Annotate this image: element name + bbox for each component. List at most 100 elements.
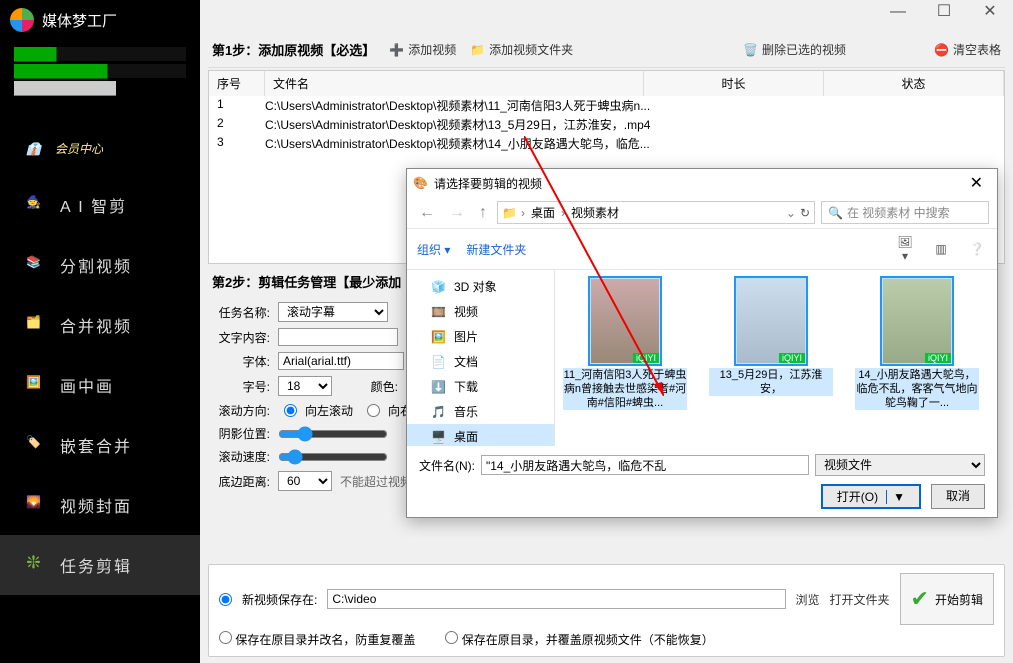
gear-flower-icon: ❇️ xyxy=(26,555,46,575)
step1-title: 第1步：添加原视频【必选】 xyxy=(212,40,375,59)
delete-icon: 🗑️ xyxy=(743,43,758,57)
tag-icon: 🏷️ xyxy=(26,435,46,455)
iqiyi-badge: iQIYI xyxy=(633,353,659,363)
titlebar: — ☐ ✕ xyxy=(875,0,1013,28)
open-folder-button[interactable]: 打开文件夹 xyxy=(830,591,890,608)
nav-forward-button[interactable]: → xyxy=(445,204,469,222)
refresh-button[interactable]: ↻ xyxy=(800,206,810,220)
save-rename-radio[interactable] xyxy=(219,631,232,644)
minimize-button[interactable]: — xyxy=(875,0,921,28)
nav-up-button[interactable]: ↑ xyxy=(475,204,491,222)
download-icon: ⬇️ xyxy=(431,380,446,394)
sidebar-item-cover[interactable]: 🌄视频封面 xyxy=(0,475,200,535)
clear-icon: ⛔ xyxy=(934,43,949,57)
bottom-margin-select[interactable]: 60 xyxy=(278,471,332,491)
table-row[interactable]: 1C:\Users\Administrator\Desktop\视频素材\11_… xyxy=(209,96,1004,115)
maximize-button[interactable]: ☐ xyxy=(921,0,967,28)
save-path-input[interactable] xyxy=(327,589,785,609)
filename-input[interactable] xyxy=(481,455,809,475)
image-icon: 🌄 xyxy=(26,495,46,515)
tree-item[interactable]: 📄文档 xyxy=(407,349,554,374)
file-open-dialog: 🎨 请选择要剪辑的视频 ✕ ← → ↑ 📁› 桌面› 视频素材 ⌄ ↻ 🔍在 视… xyxy=(406,168,998,518)
iqiyi-badge: iQIYI xyxy=(779,353,805,363)
sidebar-item-nest[interactable]: 🏷️嵌套合并 xyxy=(0,415,200,475)
preview-pane-button[interactable]: ▥ xyxy=(931,242,951,256)
tree-item[interactable]: 🎞️视频 xyxy=(407,299,554,324)
desktop-icon: 🖥️ xyxy=(431,430,446,444)
font-size-select[interactable]: 18 xyxy=(278,376,332,396)
sidebar-item-ai[interactable]: 🧙A I 智剪 xyxy=(0,175,200,235)
task-name-select[interactable]: 滚动字幕 xyxy=(278,302,388,322)
file-item[interactable]: iQIYI11_河南信阳3人死于蜱虫病n曾接触去世感染者#河南#信阳#蜱虫... xyxy=(563,278,687,410)
merge-icon: 🗂️ xyxy=(26,315,46,335)
step1-bar: 第1步：添加原视频【必选】 ➕添加视频 📁添加视频文件夹 🗑️删除已选的视频 ⛔… xyxy=(208,32,1005,68)
dialog-icon: 🎨 xyxy=(413,176,428,190)
clear-table-button[interactable]: ⛔清空表格 xyxy=(934,41,1001,58)
start-button[interactable]: ✔开始剪辑 xyxy=(900,573,994,625)
wizard-icon: 🧙 xyxy=(26,195,46,215)
cancel-button[interactable]: 取消 xyxy=(931,484,985,509)
shadow-slider[interactable] xyxy=(278,426,388,442)
file-item[interactable]: iQIYI13_5月29日，江苏淮安， xyxy=(709,278,833,396)
vip-icon: 👔 xyxy=(26,142,41,156)
th-filename[interactable]: 文件名 xyxy=(265,71,644,96)
file-filter-select[interactable]: 视频文件 xyxy=(815,454,985,476)
view-mode-button[interactable]: 🖼 ▾ xyxy=(895,235,915,263)
search-icon: 🔍 xyxy=(828,206,843,220)
sidebar: 媒体梦工厂 █████ ███████████ ████████████ 👔 会… xyxy=(0,0,200,663)
tree-item[interactable]: 🖥️桌面 xyxy=(407,424,554,446)
dir-right-radio[interactable] xyxy=(367,404,380,417)
folder-icon: 📁 xyxy=(502,206,517,220)
tree-item[interactable]: 🧊3D 对象 xyxy=(407,274,554,299)
th-no[interactable]: 序号 xyxy=(209,71,265,96)
dir-left-radio[interactable] xyxy=(284,404,297,417)
pip-icon: 🖼️ xyxy=(26,375,46,395)
table-row[interactable]: 2C:\Users\Administrator\Desktop\视频素材\13_… xyxy=(209,115,1004,134)
folder-icon: 📁 xyxy=(470,43,485,57)
sidebar-vip[interactable]: 👔 会员中心 xyxy=(0,130,200,175)
browse-button[interactable]: 浏览 xyxy=(796,591,820,608)
profile-area: █████ ███████████ ████████████ xyxy=(0,40,200,130)
delete-selected-button[interactable]: 🗑️删除已选的视频 xyxy=(743,41,846,58)
picture-icon: 🖼️ xyxy=(431,330,446,344)
save-new-radio[interactable] xyxy=(219,593,232,606)
sidebar-item-split[interactable]: 📚分割视频 xyxy=(0,235,200,295)
sidebar-item-merge[interactable]: 🗂️合并视频 xyxy=(0,295,200,355)
text-content-input[interactable] xyxy=(278,328,398,346)
search-input[interactable]: 🔍在 视频素材 中搜索 xyxy=(821,201,989,224)
tree-item[interactable]: 🎵音乐 xyxy=(407,399,554,424)
breadcrumb[interactable]: 📁› 桌面› 视频素材 ⌄ ↻ xyxy=(497,201,815,224)
sidebar-item-task[interactable]: ❇️任务剪辑 xyxy=(0,535,200,595)
th-status[interactable]: 状态 xyxy=(824,71,1004,96)
open-dropdown[interactable]: ▼ xyxy=(886,490,905,504)
save-overwrite-radio[interactable] xyxy=(445,631,458,644)
close-button[interactable]: ✕ xyxy=(967,0,1013,28)
add-video-button[interactable]: ➕添加视频 xyxy=(389,41,456,58)
tree-item[interactable]: 🖼️图片 xyxy=(407,324,554,349)
music-icon: 🎵 xyxy=(431,405,446,419)
video-icon: 🎞️ xyxy=(431,305,446,319)
iqiyi-badge: iQIYI xyxy=(925,353,951,363)
tree-item[interactable]: ⬇️下载 xyxy=(407,374,554,399)
file-item[interactable]: iQIYI14_小朋友路遇大鸵鸟，临危不乱，客客气气地向鸵鸟鞠了一... xyxy=(855,278,979,410)
sidebar-item-pip[interactable]: 🖼️画中画 xyxy=(0,355,200,415)
table-row[interactable]: 3C:\Users\Administrator\Desktop\视频素材\14_… xyxy=(209,134,1004,153)
app-logo xyxy=(10,8,34,32)
chevron-down-icon[interactable]: ⌄ xyxy=(786,206,796,220)
nav-back-button[interactable]: ← xyxy=(415,204,439,222)
new-folder-button[interactable]: 新建文件夹 xyxy=(466,241,526,258)
document-icon: 📄 xyxy=(431,355,446,369)
file-thumbnails: iQIYI11_河南信阳3人死于蜱虫病n曾接触去世感染者#河南#信阳#蜱虫...… xyxy=(555,270,997,446)
dialog-close-button[interactable]: ✕ xyxy=(962,173,991,193)
bottom-bar: 新视频保存在: 浏览 打开文件夹 ✔开始剪辑 保存在原目录并改名，防重复覆盖 保… xyxy=(208,564,1005,657)
speed-slider[interactable] xyxy=(278,449,388,465)
stack-icon: 📚 xyxy=(26,255,46,275)
th-duration[interactable]: 时长 xyxy=(644,71,824,96)
open-button[interactable]: 打开(O)▼ xyxy=(821,484,921,509)
add-folder-button[interactable]: 📁添加视频文件夹 xyxy=(470,41,573,58)
check-icon: ✔ xyxy=(911,586,929,612)
font-input[interactable] xyxy=(278,352,404,370)
filename-label: 文件名(N): xyxy=(419,457,475,474)
organize-menu[interactable]: 组织 ▾ xyxy=(417,241,450,258)
help-button[interactable]: ❔ xyxy=(967,242,987,256)
